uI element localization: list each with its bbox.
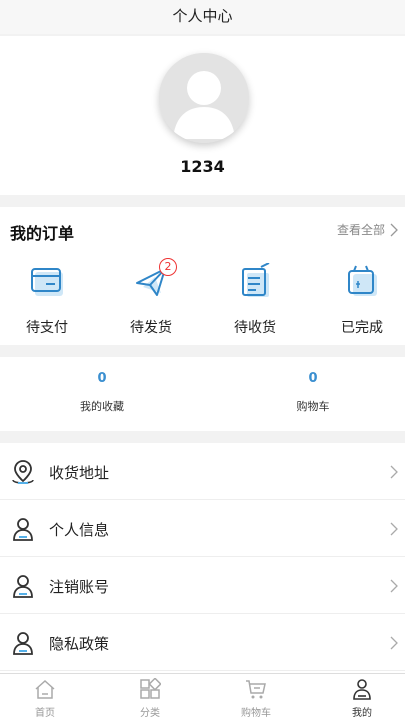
cart-label: 购物车: [296, 400, 330, 413]
clipboard-icon: [242, 263, 270, 297]
cart-stat[interactable]: 0 购物车: [263, 371, 363, 414]
chevron-right-icon: [390, 579, 398, 593]
category-grid-icon: [140, 678, 161, 699]
tab-cart[interactable]: 购物车: [216, 678, 296, 719]
order-label: 待发货: [130, 320, 172, 336]
cart-icon: [246, 680, 266, 699]
top-bar: 个人中心: [0, 0, 405, 34]
chevron-right-icon: [390, 465, 398, 479]
location-pin-icon: [12, 460, 34, 484]
menu-item-address[interactable]: 收货地址: [0, 443, 405, 500]
tab-mine[interactable]: 我的: [322, 678, 402, 719]
order-pending-shipment[interactable]: 2 待发货: [111, 258, 191, 339]
username: 1234: [180, 157, 225, 176]
user-icon: [13, 575, 33, 598]
settings-menu: 收货地址 个人信息 注销账号 隐私政策: [0, 443, 405, 673]
bottom-tab-bar: 首页 分类 购物车 我的: [0, 673, 405, 720]
page-title: 个人中心: [172, 7, 233, 25]
tab-category[interactable]: 分类: [110, 678, 190, 719]
user-icon: [353, 679, 371, 700]
user-icon: [13, 632, 33, 655]
notification-badge: 2: [159, 258, 177, 276]
tab-label: 首页: [35, 708, 55, 719]
favorites-stat[interactable]: 0 我的收藏: [52, 371, 152, 414]
menu-item-delete-account[interactable]: 注销账号: [0, 557, 405, 614]
profile-section: 1234: [0, 36, 405, 195]
menu-label: 注销账号: [49, 578, 110, 596]
default-avatar-icon: [159, 53, 249, 143]
order-label: 待支付: [26, 320, 68, 336]
chevron-right-icon: [390, 223, 398, 236]
orders-title: 我的订单: [10, 224, 75, 243]
menu-label: 隐私政策: [49, 635, 110, 653]
order-label: 待收货: [234, 320, 276, 336]
tab-home[interactable]: 首页: [5, 678, 85, 719]
home-icon: [35, 679, 55, 699]
tab-label: 分类: [140, 708, 160, 719]
order-completed[interactable]: 已完成: [322, 263, 402, 339]
menu-item-personal-info[interactable]: 个人信息: [0, 500, 405, 557]
user-icon: [13, 518, 33, 541]
menu-label: 个人信息: [49, 521, 110, 539]
cart-count: 0: [308, 371, 318, 386]
favorites-count: 0: [97, 371, 107, 386]
wallet-icon: [31, 268, 63, 296]
order-label: 已完成: [341, 320, 383, 336]
menu-item-privacy-policy[interactable]: 隐私政策: [0, 614, 405, 671]
avatar[interactable]: [159, 53, 249, 143]
orders-section: 我的订单 查看全部 待支付 2 待发货 待收货 已完成: [0, 207, 405, 345]
chevron-right-icon: [390, 522, 398, 536]
order-pending-receipt[interactable]: 待收货: [215, 263, 295, 339]
favorites-label: 我的收藏: [80, 400, 124, 413]
chevron-right-icon: [390, 636, 398, 650]
tab-label: 我的: [352, 708, 372, 719]
completed-box-icon: [348, 265, 377, 296]
tab-label: 购物车: [241, 708, 271, 719]
view-all-label: 查看全部: [336, 223, 385, 237]
menu-label: 收货地址: [49, 464, 110, 482]
view-all-orders-link[interactable]: 查看全部: [337, 221, 399, 238]
order-pending-payment[interactable]: 待支付: [7, 263, 87, 339]
stats-section: 0 我的收藏 0 购物车: [0, 357, 405, 431]
